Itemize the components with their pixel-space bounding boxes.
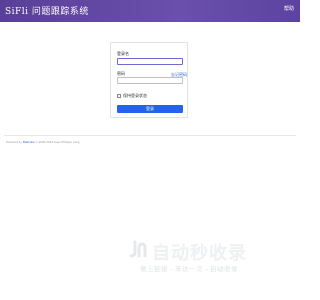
redmine-link[interactable]: Redmine bbox=[23, 140, 35, 144]
footer-copyright: © 2006-2023 Jean-Philippe Lang bbox=[35, 140, 80, 144]
password-field[interactable] bbox=[117, 77, 183, 84]
jn-logo-icon bbox=[129, 240, 147, 258]
help-link[interactable]: 帮助 bbox=[284, 5, 294, 12]
footer-divider bbox=[4, 135, 296, 136]
remember-me[interactable]: 保持登录状态 bbox=[117, 93, 147, 98]
footer: Powered by Redmine © 2006-2023 Jean-Phil… bbox=[6, 140, 79, 144]
login-button[interactable]: 登录 bbox=[117, 105, 183, 113]
remember-me-checkbox[interactable] bbox=[117, 93, 121, 98]
login-form: 登录名 密码 忘记密码 保持登录状态 登录 bbox=[110, 42, 188, 118]
top-header: SiFli 问题跟踪系统 帮助 bbox=[0, 0, 300, 22]
watermark-title: 自动秒收录 bbox=[152, 243, 247, 264]
footer-prefix: Powered by bbox=[6, 140, 22, 144]
username-field[interactable] bbox=[117, 58, 183, 65]
watermark-subtitle: 做上链接→来访一次→自动收录 bbox=[140, 266, 238, 273]
username-label: 登录名 bbox=[117, 51, 129, 56]
remember-me-label: 保持登录状态 bbox=[123, 92, 147, 98]
app-title: SiFli 问题跟踪系统 bbox=[5, 7, 89, 17]
